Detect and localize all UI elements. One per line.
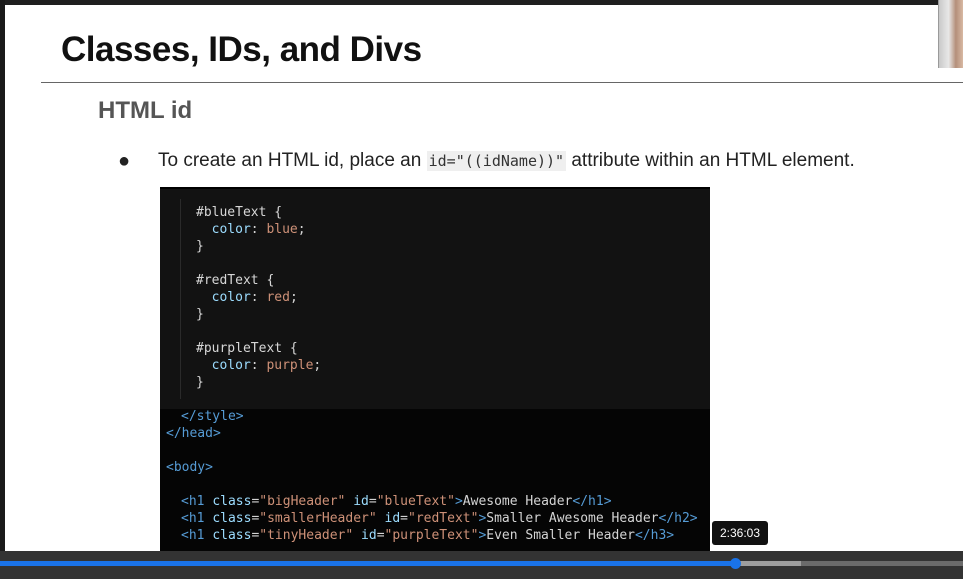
code-line: }	[196, 307, 204, 322]
code-line: color: red;	[211, 290, 298, 305]
code-line: </style>	[181, 409, 244, 424]
code-line: color: blue;	[196, 222, 306, 237]
progress-bar[interactable]	[0, 558, 963, 569]
code-line: }	[196, 375, 204, 390]
indent-guide	[180, 199, 181, 399]
code-line: }	[196, 239, 204, 254]
code-prop: color: blue;	[211, 222, 306, 237]
code-line: <h1 class="tinyHeader" id="purpleText">E…	[181, 528, 675, 543]
bullet-text-after: attribute within an HTML element.	[566, 150, 855, 171]
code-line: <h1 class="smallerHeader" id="redText">S…	[181, 511, 698, 526]
bullet-marker: ●	[118, 150, 131, 172]
code-line: #purpleText {	[196, 341, 298, 356]
window-left-edge	[0, 0, 5, 579]
title-divider	[41, 82, 963, 83]
scrubber-handle[interactable]	[729, 558, 741, 569]
seek-timestamp-tooltip: 2:36:03	[712, 521, 768, 545]
code-line: <h1 class="bigHeader" id="blueText">Awes…	[181, 494, 612, 509]
code-screenshot: #blueText { color: blue; } #redText { co…	[160, 187, 710, 559]
slide-title: Classes, IDs, and Divs	[61, 30, 422, 69]
played-progress	[0, 561, 735, 566]
presenter-webcam-thumbnail	[938, 0, 963, 68]
bullet-text: To create an HTML id, place an id="((idN…	[158, 150, 855, 172]
code-line: #blueText {	[196, 205, 283, 220]
inline-code: id="((idName))"	[426, 151, 567, 171]
section-heading: HTML id	[98, 97, 193, 124]
code-line: color: purple;	[211, 358, 322, 373]
code-line: #redText {	[196, 273, 275, 288]
code-line: <body>	[166, 460, 213, 475]
code-line: </head>	[166, 426, 221, 441]
bullet-text-before: To create an HTML id, place an	[158, 150, 427, 171]
video-player-controls	[0, 551, 963, 579]
window-top-edge	[0, 0, 963, 5]
